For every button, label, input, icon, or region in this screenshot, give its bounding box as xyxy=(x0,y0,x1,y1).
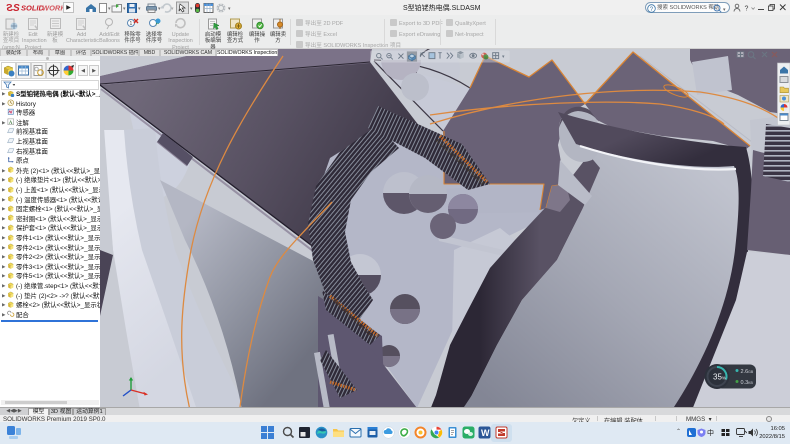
svg-text:S: S xyxy=(6,3,13,13)
svg-text:▾: ▾ xyxy=(108,6,111,12)
svg-text:1: 1 xyxy=(130,21,133,27)
svg-text:?: ? xyxy=(745,6,749,13)
svg-text:▾: ▾ xyxy=(228,6,231,12)
svg-text:▾: ▾ xyxy=(171,6,174,12)
svg-text:▾: ▾ xyxy=(190,6,193,12)
svg-text:A: A xyxy=(9,120,13,126)
svg-text:▾: ▾ xyxy=(123,6,126,12)
svg-text:S: S xyxy=(13,3,20,13)
svg-text:WORKS: WORKS xyxy=(42,4,64,13)
svg-text:▾: ▾ xyxy=(723,7,726,13)
svg-text:▾: ▾ xyxy=(502,54,505,60)
svg-text:W: W xyxy=(481,428,490,438)
svg-text:SOLID: SOLID xyxy=(21,4,45,13)
svg-text:▾: ▾ xyxy=(138,6,141,12)
svg-text:▾: ▾ xyxy=(158,6,161,12)
